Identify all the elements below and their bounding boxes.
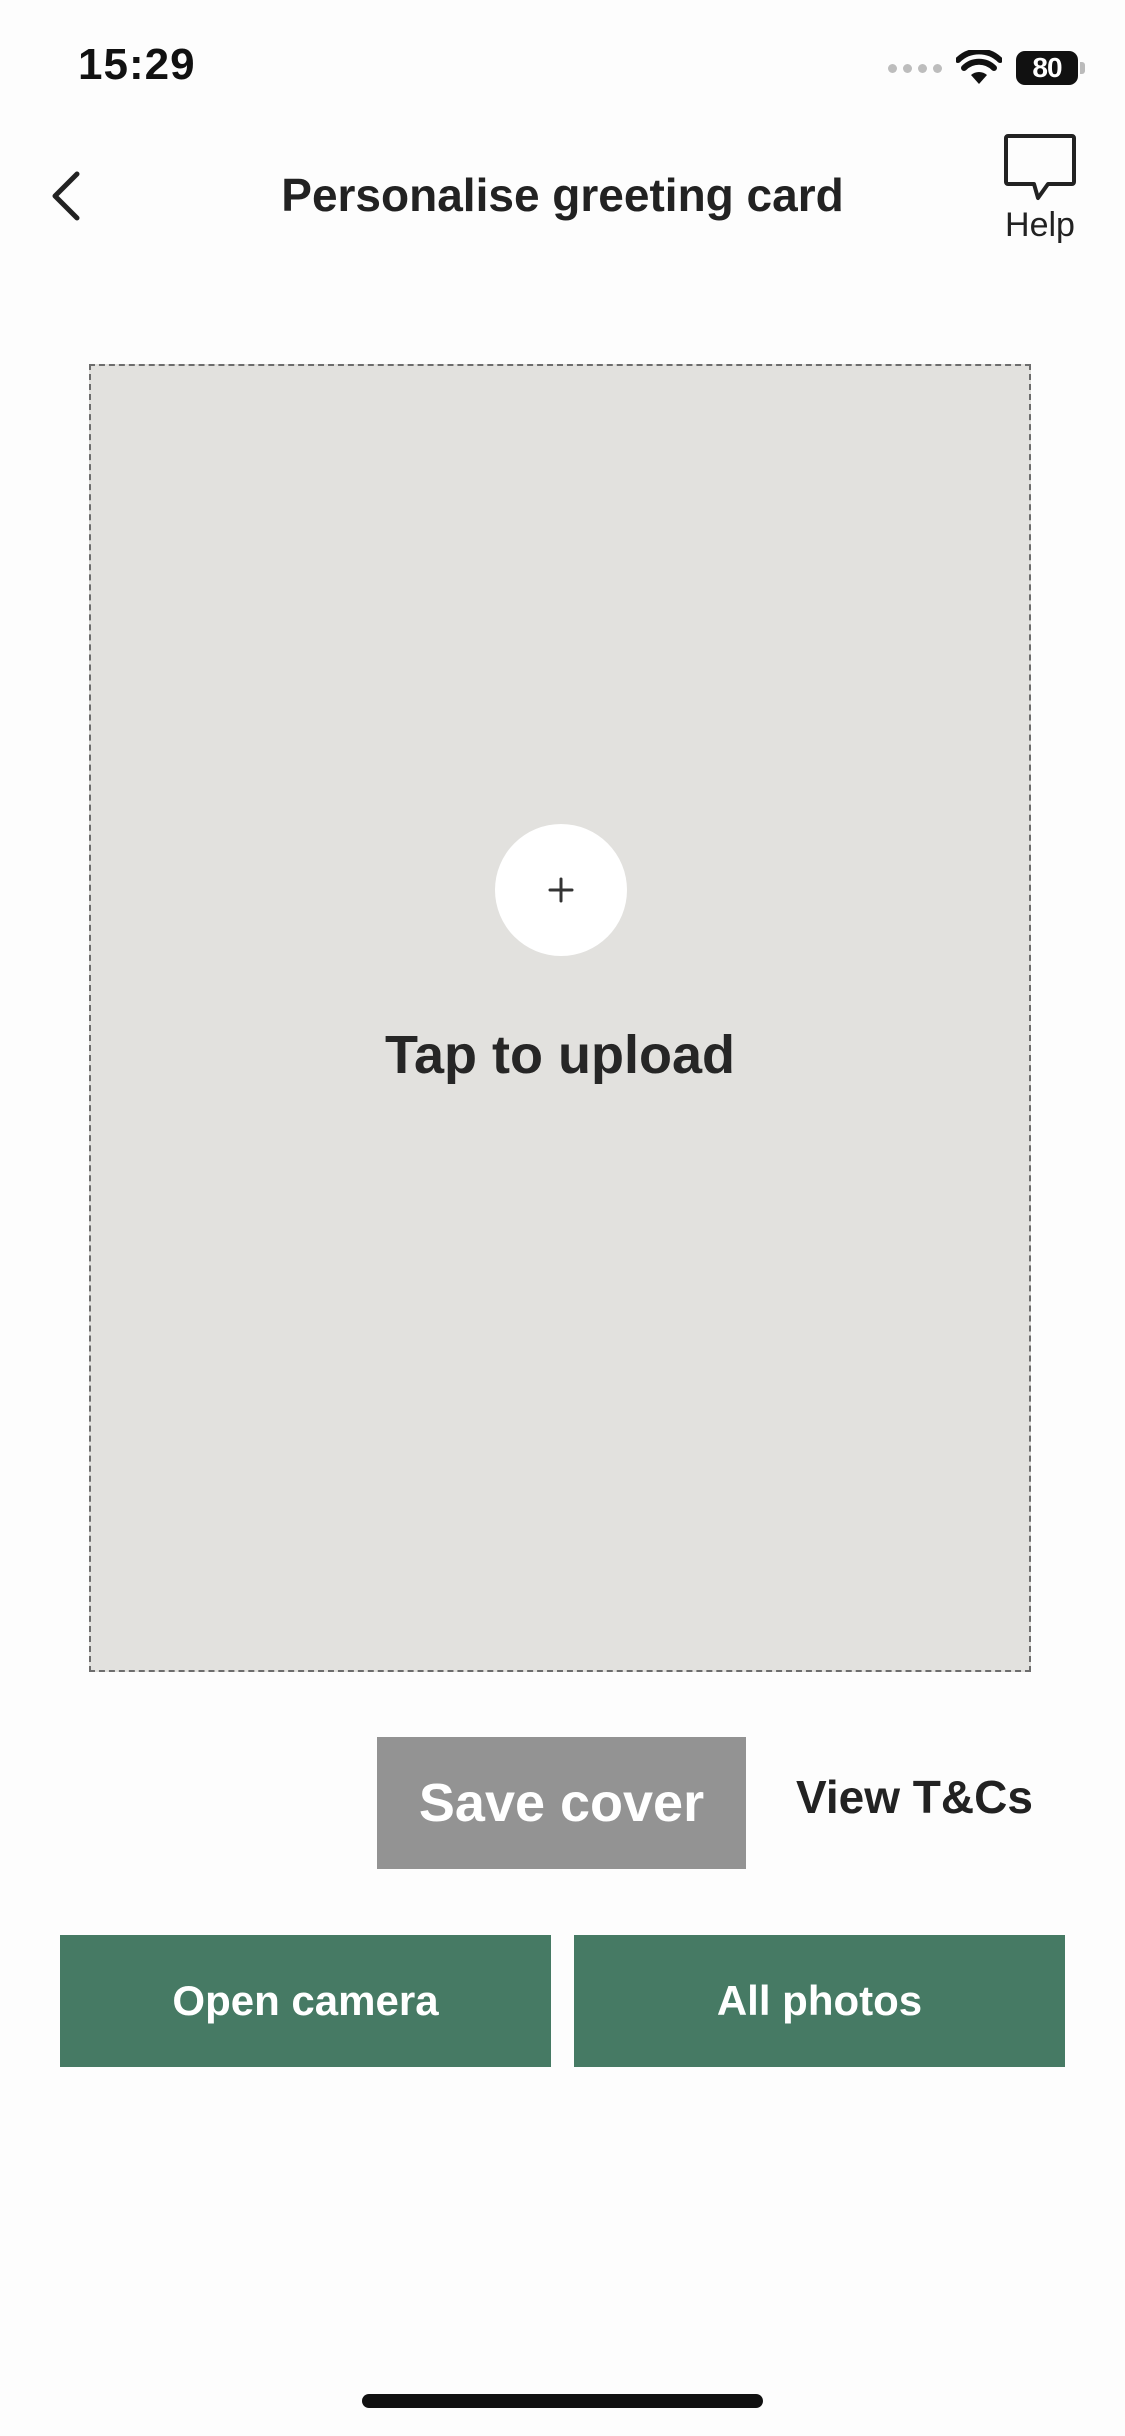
battery-icon: 80 <box>1016 51 1085 85</box>
plus-icon <box>548 877 574 903</box>
open-camera-button[interactable]: Open camera <box>60 1935 551 2067</box>
home-indicator[interactable] <box>362 2394 763 2408</box>
page-title: Personalise greeting card <box>281 169 844 221</box>
upload-label: Tap to upload <box>385 1025 735 1085</box>
help-button[interactable]: Help <box>995 132 1085 245</box>
status-time: 15:29 <box>78 40 196 89</box>
view-tcs-link[interactable]: View T&Cs <box>796 1770 1033 1824</box>
upload-area[interactable]: Tap to upload <box>89 364 1031 1672</box>
chevron-left-icon <box>52 171 80 221</box>
speech-bubble-icon <box>1004 134 1076 200</box>
save-cover-button[interactable]: Save cover <box>377 1737 746 1869</box>
status-icons: 80 <box>888 48 1085 88</box>
add-photo-button[interactable] <box>495 824 627 956</box>
all-photos-button[interactable]: All photos <box>574 1935 1065 2067</box>
help-label: Help <box>1005 206 1075 244</box>
back-button[interactable] <box>36 160 96 232</box>
cellular-dots-icon <box>888 63 942 73</box>
wifi-icon <box>956 50 1002 84</box>
battery-level: 80 <box>1016 51 1078 85</box>
